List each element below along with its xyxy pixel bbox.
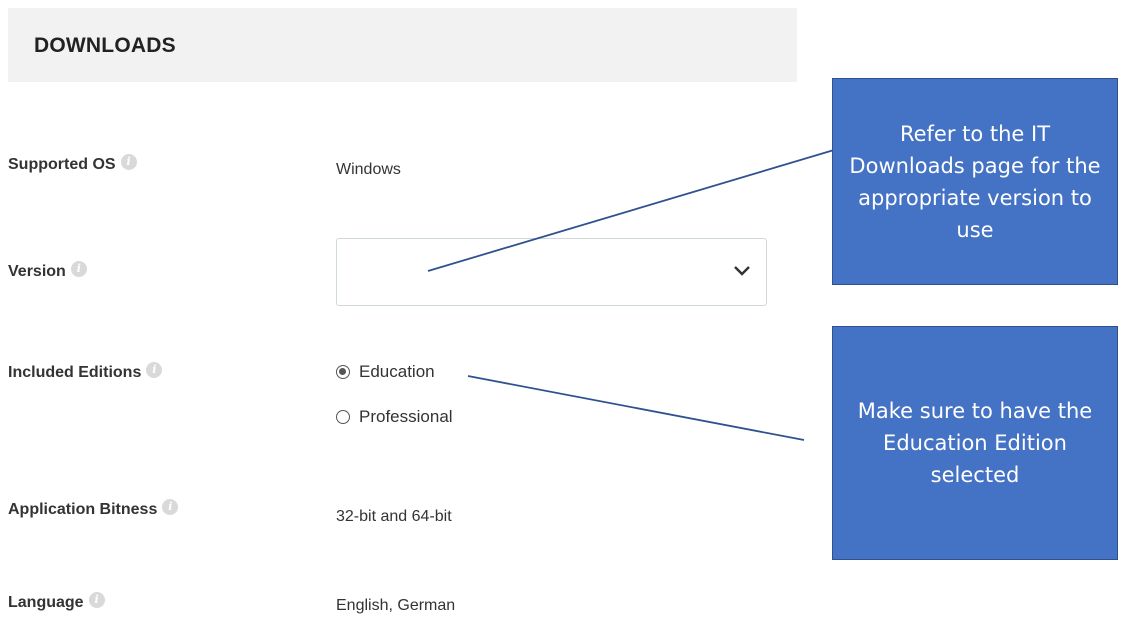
version-callout-box: Refer to the IT Downloads page for the a… [832,78,1118,285]
edition-callout-text: Make sure to have the Education Edition … [857,399,1093,487]
edition-callout-line [467,375,805,441]
edition-callout-box: Make sure to have the Education Edition … [832,326,1118,560]
version-callout-line [427,149,835,272]
version-callout-text: Refer to the IT Downloads page for the a… [849,121,1101,242]
